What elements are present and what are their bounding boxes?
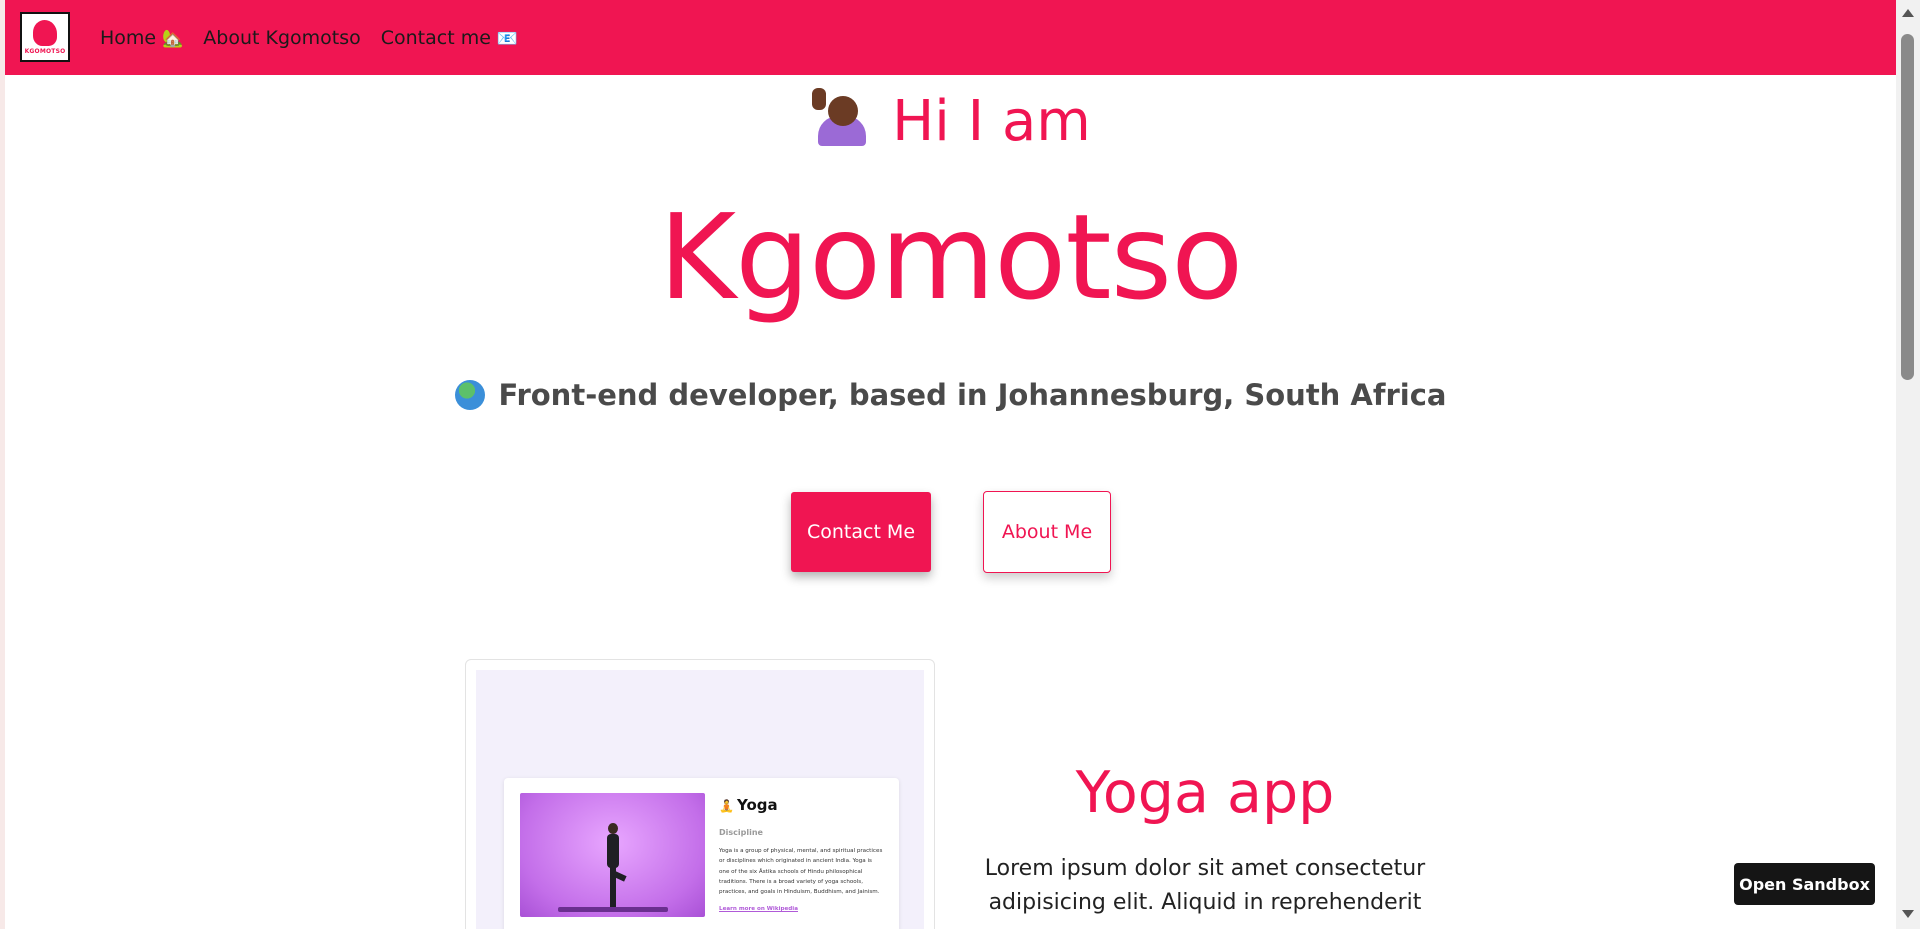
globe-icon [454,380,485,410]
tagline-text: Front-end developer, based in Johannesbu… [498,378,1447,412]
greeting-text: Hi I am [892,89,1091,154]
preview-card: 🧘 Yoga Discipline Yoga is a group of phys… [504,778,899,929]
waving-person-icon [810,88,870,146]
nav-contact-link[interactable]: Contact me 📧 [381,27,518,49]
head-silhouette-icon [33,19,57,46]
navbar: KGOMOTSO Home 🏡 About Kgomotso Contact me… [5,0,1896,75]
hero-name: Kgomotso [658,188,1244,326]
open-sandbox-button[interactable]: Open Sandbox [1734,863,1875,905]
nav-about-link[interactable]: About Kgomotso [203,27,360,49]
nav-links: Home 🏡 About Kgomotso Contact me 📧 [100,0,538,75]
preview-title: 🧘 Yoga [719,796,778,814]
hero-tagline: Front-end developer, based in Johannesbu… [5,378,1896,412]
mail-icon: 📧 [496,28,519,49]
yoga-photo [520,793,705,917]
page: KGOMOTSO Home 🏡 About Kgomotso Contact me… [5,0,1896,929]
preview-description: Yoga is a group of physical, mental, and… [719,848,883,896]
project-title: Yoga app [1075,760,1335,826]
house-icon: 🏡 [162,28,184,49]
scroll-up-arrow-icon[interactable] [1902,9,1914,17]
preview-wikipedia-link: Learn more on Wikipedia [719,906,798,912]
nav-contact-label: Contact me [380,26,491,49]
nav-home-link[interactable]: Home 🏡 [100,27,183,49]
logo-text: KGOMOTSO [24,47,66,55]
scroll-down-arrow-icon[interactable] [1902,910,1914,918]
logo[interactable]: KGOMOTSO [20,12,70,62]
preview-label: Discipline [719,828,763,837]
nav-home-label: Home [100,26,157,49]
scrollbar-thumb[interactable] [1901,34,1914,380]
preview-title-text: Yoga [736,796,778,814]
meditation-icon: 🧘 [719,799,734,813]
about-me-button[interactable]: About Me [983,491,1111,573]
contact-me-button[interactable]: Contact Me [791,492,931,572]
yoga-mat [558,907,668,912]
nav-about-label: About Kgomotso [203,26,361,49]
project-preview-image: 🧘 Yoga Discipline Yoga is a group of phys… [476,670,924,929]
project-card[interactable]: 🧘 Yoga Discipline Yoga is a group of phys… [465,659,935,929]
project-description: Lorem ipsum dolor sit amet consectetur a… [984,856,1426,915]
vertical-scrollbar[interactable] [1896,0,1920,929]
hero-greeting: Hi I am [5,88,1896,154]
yoga-person-figure [600,823,627,909]
